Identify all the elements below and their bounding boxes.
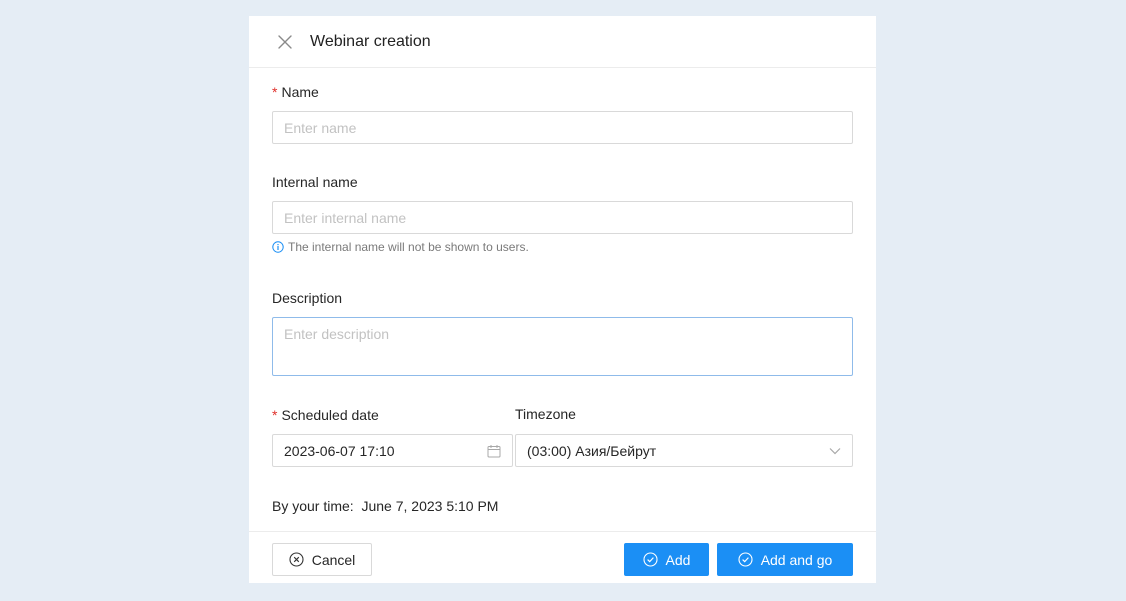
timezone-label: Timezone xyxy=(515,406,576,422)
timezone-select[interactable]: (03:00) Азия/Бейрут xyxy=(515,434,853,467)
description-label: Description xyxy=(272,290,343,306)
by-your-time: By your time: June 7, 2023 5:10 PM xyxy=(272,498,498,514)
scheduled-date-label-text: Scheduled date xyxy=(281,407,379,423)
modal-footer: Cancel Add Add and go xyxy=(249,531,876,583)
hint-text: The internal name will not be shown to u… xyxy=(288,240,529,254)
calendar-icon xyxy=(487,444,501,458)
name-label: * Name xyxy=(272,84,319,100)
info-circle-icon xyxy=(272,241,284,253)
modal-body: *Name Internal name The internal name wi… xyxy=(249,68,876,530)
close-circle-icon xyxy=(289,552,304,567)
internal-name-label: Internal name xyxy=(272,174,358,190)
internal-name-hint: The internal name will not be shown to u… xyxy=(272,240,529,254)
scheduled-date-value: 2023-06-07 17:10 xyxy=(284,442,395,459)
timezone-value: (03:00) Азия/Бейрут xyxy=(527,442,657,459)
cancel-label: Cancel xyxy=(311,551,356,568)
check-circle-icon xyxy=(642,552,658,567)
webinar-creation-modal: Webinar creation *Name Internal name The… xyxy=(249,16,876,583)
close-icon xyxy=(278,34,292,49)
add-and-go-button[interactable]: Add and go xyxy=(717,543,853,576)
add-and-go-label: Add and go xyxy=(760,551,833,568)
required-mark: * xyxy=(272,84,278,100)
close-button[interactable] xyxy=(277,34,293,50)
name-input[interactable] xyxy=(272,111,853,144)
modal-header: Webinar creation xyxy=(249,16,876,68)
internal-name-input[interactable] xyxy=(272,201,853,234)
scheduled-date-label: * Scheduled date xyxy=(272,407,379,423)
required-mark: * xyxy=(272,407,278,423)
scheduled-date-picker[interactable]: 2023-06-07 17:10 xyxy=(272,434,513,467)
cancel-button[interactable]: Cancel xyxy=(272,543,372,576)
description-textarea[interactable] xyxy=(272,317,853,376)
add-button[interactable]: Add xyxy=(624,543,709,576)
by-your-time-label: By your time: xyxy=(272,498,354,514)
name-label-text: Name xyxy=(281,84,319,100)
by-your-time-value: June 7, 2023 5:10 PM xyxy=(361,498,499,514)
modal-title: Webinar creation xyxy=(310,32,431,50)
add-label: Add xyxy=(665,551,691,568)
check-circle-icon xyxy=(738,552,753,567)
chevron-down-icon xyxy=(829,447,841,455)
